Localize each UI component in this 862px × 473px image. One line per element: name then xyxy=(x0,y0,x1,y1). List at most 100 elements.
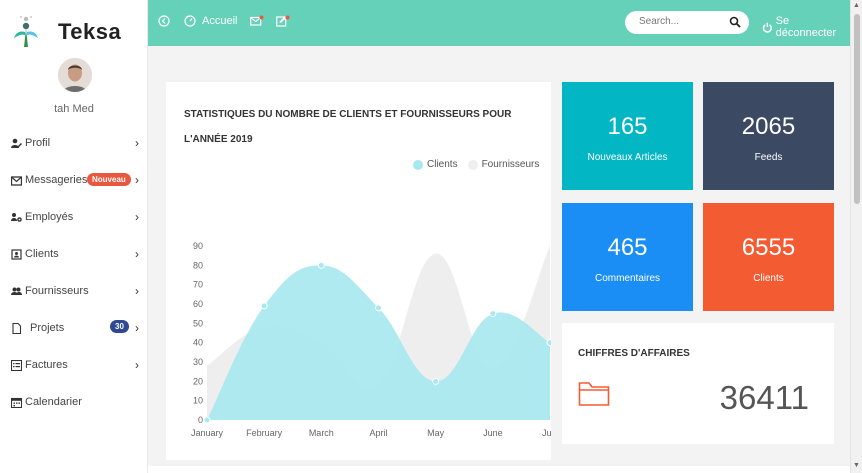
logout-label: Se déconnecter xyxy=(775,15,837,39)
avatar-image xyxy=(58,58,92,92)
dashboard-icon xyxy=(184,15,196,27)
count-badge: 30 xyxy=(110,320,129,333)
sidebar-item-label: Clients xyxy=(25,248,59,260)
y-tick-label: 0 xyxy=(198,415,203,425)
data-point-clients[interactable] xyxy=(260,302,268,310)
chevron-right-icon: › xyxy=(135,136,139,150)
data-point-clients[interactable] xyxy=(375,304,382,312)
data-point-clients[interactable] xyxy=(432,377,440,385)
y-tick-label: 90 xyxy=(193,241,203,251)
chiffres-affaires-title: CHIFFRES D'AFFAIRES xyxy=(578,348,690,359)
sidebar-item-label: Messageries xyxy=(25,174,88,186)
series-area-clients xyxy=(207,265,550,420)
folder-icon xyxy=(578,382,610,406)
x-tick-label: April xyxy=(369,428,387,438)
x-tick-label: January xyxy=(191,428,224,438)
home-link[interactable]: Accueil xyxy=(184,15,237,27)
y-tick-label: 60 xyxy=(193,299,203,309)
chevron-right-icon: › xyxy=(135,210,139,224)
y-tick-label: 40 xyxy=(193,338,203,348)
sidebar-item-factures[interactable]: Factures › xyxy=(0,354,148,376)
x-tick-label: July xyxy=(542,428,551,438)
users-icon xyxy=(11,286,22,297)
sidebar-item-projets[interactable]: Projets 30 › xyxy=(0,317,148,339)
search-box xyxy=(625,11,749,34)
scrollbar-thumb[interactable] xyxy=(854,14,860,204)
stat-value: 6555 xyxy=(741,234,796,261)
stat-label: Feeds xyxy=(754,152,783,163)
x-tick-label: May xyxy=(427,428,445,438)
chiffres-affaires-card: CHIFFRES D'AFFAIRES 36411 xyxy=(562,323,834,444)
stat-value: 2065 xyxy=(741,113,796,140)
avatar[interactable] xyxy=(58,58,92,92)
footer-strip xyxy=(148,466,850,473)
sidebar-item-calendarier[interactable]: Calendarier xyxy=(0,391,148,413)
stat-label: Commentaires xyxy=(594,273,661,284)
y-tick-label: 50 xyxy=(193,318,203,328)
sidebar-item-fournisseurs[interactable]: Fournisseurs › xyxy=(0,280,148,302)
chevron-right-icon: › xyxy=(135,358,139,372)
y-tick-label: 30 xyxy=(193,357,203,367)
y-tick-label: 10 xyxy=(193,396,203,406)
calendar-icon xyxy=(11,397,22,408)
sidebar: Teksa tah Med Profil › Messageries Nouve… xyxy=(0,0,148,473)
logo-mark-icon xyxy=(14,16,38,47)
arrow-circle-left-icon xyxy=(158,15,170,27)
stats-chart-card: STATISTIQUES DU NOMBRE DE CLIENTS ET FOU… xyxy=(166,82,551,460)
chevron-right-icon: › xyxy=(135,173,139,187)
stat-clients[interactable]: 6555 Clients xyxy=(703,203,834,311)
search-icon[interactable] xyxy=(729,16,741,28)
data-point-clients[interactable] xyxy=(203,416,211,424)
home-label: Accueil xyxy=(202,15,238,27)
envelope-notification-icon xyxy=(250,15,264,26)
search-input[interactable] xyxy=(639,16,719,27)
x-tick-label: February xyxy=(246,428,283,438)
stat-value: 165 xyxy=(607,113,648,140)
back-button[interactable] xyxy=(158,15,170,27)
chevron-right-icon: › xyxy=(135,284,139,298)
edit-notification-icon xyxy=(276,15,290,27)
area-chart: 0 10 20 30 40 50 60 70 80 90 January February March A… xyxy=(191,241,551,438)
sidebar-item-label: Factures xyxy=(25,359,68,371)
data-point-clients[interactable] xyxy=(489,310,497,318)
sidebar-item-label: Employés xyxy=(25,211,74,223)
sidebar-item-label: Profil xyxy=(25,137,51,149)
edit-button[interactable] xyxy=(276,15,290,27)
data-point-clients[interactable] xyxy=(546,339,551,347)
topbar: Accueil Se déconnecter xyxy=(148,0,850,46)
envelope-icon xyxy=(11,175,22,186)
chiffres-affaires-value: 36411 xyxy=(719,379,809,416)
sidebar-item-clients[interactable]: Clients › xyxy=(0,243,148,265)
messages-button[interactable] xyxy=(250,15,264,27)
sidebar-item-profil[interactable]: Profil › xyxy=(0,132,148,154)
chevron-right-icon: › xyxy=(135,321,139,335)
stat-feeds[interactable]: 2065 Feeds xyxy=(703,82,834,190)
sidebar-item-messageries[interactable]: Messageries Nouveau › xyxy=(0,169,148,191)
address-book-icon xyxy=(11,248,22,260)
user-edit-icon xyxy=(11,138,22,149)
users-cog-icon xyxy=(11,212,22,223)
y-tick-label: 70 xyxy=(193,280,203,290)
stat-nouveaux-articles[interactable]: 165 Nouveaux Articles xyxy=(562,82,693,190)
list-alt-icon xyxy=(11,359,22,371)
y-tick-label: 80 xyxy=(193,260,203,270)
stat-commentaires[interactable]: 465 Commentaires xyxy=(562,203,693,311)
logout-button[interactable]: Se déconnecter xyxy=(762,15,850,39)
x-tick-label: March xyxy=(309,428,334,438)
app-logo[interactable]: Teksa xyxy=(12,12,142,52)
sidebar-item-label: Fournisseurs xyxy=(25,285,89,297)
username: tah Med xyxy=(54,103,94,115)
stat-label: Nouveaux Articles xyxy=(587,152,668,163)
page-scrollbar[interactable]: ▲ ▼ xyxy=(850,0,862,473)
y-tick-label: 20 xyxy=(193,376,203,386)
sidebar-item-label: Projets xyxy=(30,322,65,334)
sidebar-item-employes[interactable]: Employés › xyxy=(0,206,148,228)
data-point-clients[interactable] xyxy=(317,261,325,269)
scroll-down-arrow-icon[interactable]: ▼ xyxy=(853,462,860,469)
stat-value: 465 xyxy=(607,234,648,261)
stat-label: Clients xyxy=(753,273,784,284)
new-badge: Nouveau xyxy=(87,173,131,186)
sidebar-item-label: Calendarier xyxy=(25,396,82,408)
x-tick-label: June xyxy=(483,428,503,438)
scroll-up-arrow-icon[interactable]: ▲ xyxy=(853,2,860,9)
